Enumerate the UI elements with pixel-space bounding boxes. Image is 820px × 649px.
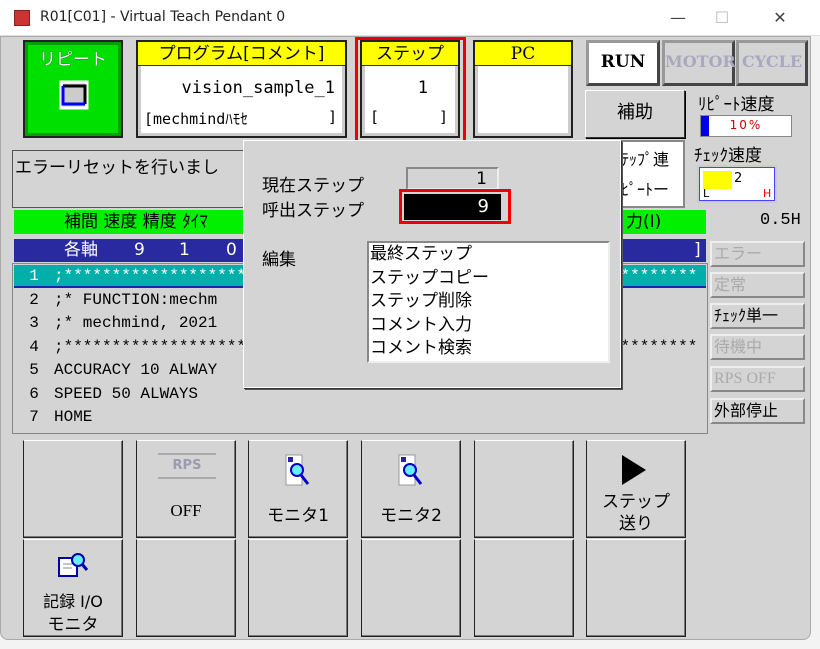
status-rps-off: RPS OFF [710,366,805,392]
step-forward-label-2: 送り [619,514,653,534]
repeat-speed-bar[interactable]: 10% [700,115,792,137]
maximize-button[interactable]: ☐ [702,4,742,32]
program-panel[interactable]: プログラム[コメント] vision_sample_1 [mechmindﾊﾓｾ… [136,40,347,138]
step-label: ステップ [362,42,458,66]
step-timer: 0 [226,240,237,260]
status-steady: 定常 [710,272,805,298]
repeat-label: リピート [39,50,107,70]
title-bar: R01[C01] - Virtual Teach Pendant 0 — ☐ ✕ [0,0,820,36]
play-triangle-icon [622,455,646,485]
monitor1-label: モニタ1 [267,506,329,526]
line-number: 5 [29,361,39,379]
edit-list-item[interactable]: コメント入力 [369,314,608,338]
line-number: 6 [29,384,39,403]
monitor-magnifier-icon [285,454,310,486]
status-error: エラー [710,241,805,267]
edit-list-item[interactable]: コメント検索 [369,337,608,361]
status-waiting: 待機中 [710,334,805,360]
line-text: HOME [54,408,93,426]
blank-button-1[interactable] [23,440,123,538]
blank-button-3[interactable] [136,539,236,637]
call-step-label: 呼出ステップ [262,201,364,221]
repeat-speed-value: 10% [729,118,763,132]
blank-button-7[interactable] [586,539,686,637]
line-text: ACCURACY 10 ALWAY [54,361,218,379]
status-external-stop: 外部停止 [710,398,805,424]
blank-button-5[interactable] [361,539,461,637]
step-continuous-line1: ﾃｯﾌﾟ連 [621,150,670,169]
step-interp: 各軸 [64,240,98,260]
app-icon [14,10,30,26]
repeat-mode-button[interactable]: リピート [23,40,123,138]
motor-indicator[interactable]: MOTOR [662,40,736,86]
step-comment-end: ] [438,108,448,126]
program-comment: [mechmindﾊﾓｾ [144,110,248,128]
pc-label: PC [475,42,571,66]
status-check-single: ﾁｪｯｸ単一 [710,303,805,329]
run-indicator[interactable]: RUN [586,40,660,86]
aux-button[interactable]: 補助 [585,90,685,138]
step-forward-button[interactable]: ステップ 送り [586,440,686,538]
step-continuous-line2: ﾋﾟｰﾄー [621,180,670,199]
message-box: エラーリセットを行いまし [12,150,252,208]
monitor-magnifier-icon [398,454,423,486]
document-search-icon [58,553,88,577]
line-number: 2 [29,290,39,309]
edit-list-item[interactable]: ステップ削除 [369,290,608,314]
line-text: SPEED 50 ALWAYS [54,384,199,403]
step-speed: 9 [134,240,145,260]
program-label: プログラム[コメント] [138,42,345,66]
monitor1-button[interactable]: モニタ1 [248,440,348,538]
program-line[interactable]: 7 HOME [14,406,706,429]
edit-label: 編集 [262,250,296,270]
rps-icon: RPS [158,453,216,479]
repeat-cycle-icon [59,80,89,110]
minimize-button[interactable]: — [658,4,698,32]
header-force: 力(I) [626,212,662,232]
pc-panel[interactable]: PC [473,40,573,138]
check-speed-value: 2 [734,171,743,186]
line-number: 3 [29,314,39,332]
repeat-speed-label: ﾘﾋﾟｰﾄ速度 [698,95,775,115]
rps-button[interactable]: RPS OFF [136,440,236,538]
record-io-label-2: モニタ [47,615,99,635]
blank-button-4[interactable] [248,539,348,637]
line-number: 7 [29,408,39,426]
check-speed-high: H [763,187,772,200]
line-number: 4 [29,337,39,356]
blank-button-2[interactable] [474,440,574,538]
monitor2-button[interactable]: モニタ2 [361,440,461,538]
current-step-label: 現在ステップ [262,176,364,196]
program-name: vision_sample_1 [181,78,335,98]
record-io-monitor-button[interactable]: 記録 I/O モニタ [23,539,123,637]
line-text: ;* FUNCTION:mechm [54,290,218,309]
check-speed-gauge[interactable]: 2 L H [697,165,777,203]
line-text: ;* mechmind, 2021 [54,314,218,332]
record-io-label-1: 記録 I/O [43,592,103,611]
call-step-input[interactable]: 9 [404,194,501,220]
monitor2-label: モニタ2 [380,506,442,526]
step-comment: [ [370,108,380,126]
step-value: 1 [417,78,428,98]
close-button[interactable]: ✕ [760,4,800,32]
blank-button-6[interactable] [474,539,574,637]
edit-list-item[interactable]: ステップコピー [369,267,608,291]
check-speed-label: ﾁｪｯｸ速度 [694,146,762,166]
cycle-indicator[interactable]: CYCLE [736,40,808,86]
window-title: R01[C01] - Virtual Teach Pendant 0 [40,9,286,25]
rps-state: OFF [170,501,202,520]
check-speed-low: L [703,187,710,200]
step-dialog: 現在ステップ 1 呼出ステップ 9 編集 最終ステップ ステップコピー ステップ削除… [243,140,621,388]
program-comment-end: ] [327,108,337,126]
line-number: 1 [29,267,39,285]
step-end: ] [694,240,701,260]
edit-list-item[interactable]: 最終ステップ [369,243,608,267]
step-panel[interactable]: ステップ 1 [ ] [360,40,460,138]
time-value: 0.5H [760,211,801,230]
current-step-value: 1 [406,167,499,190]
header-columns: 補間 速度 精度 ﾀｲﾏ [64,212,208,232]
edit-list[interactable]: 最終ステップ ステップコピー ステップ削除 コメント入力 コメント検索 [367,241,610,363]
step-accuracy: 1 [179,240,190,260]
